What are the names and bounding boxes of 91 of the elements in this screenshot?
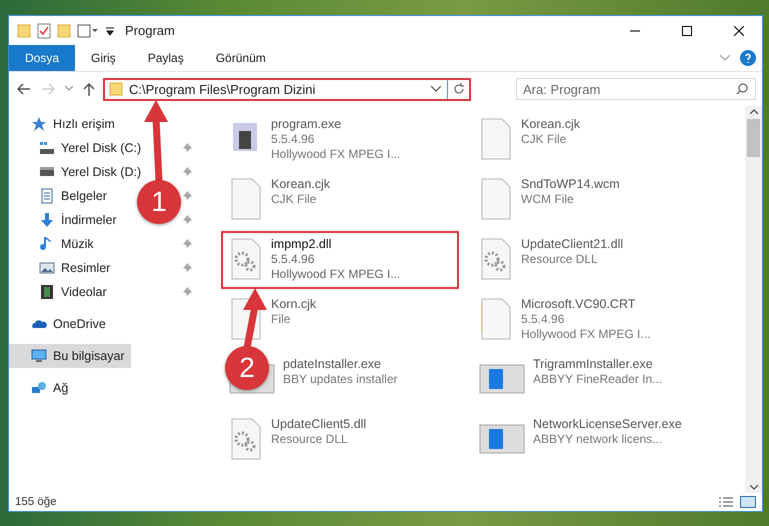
computer-icon xyxy=(31,348,47,364)
chevron-down-icon xyxy=(65,86,73,92)
folder-icon xyxy=(17,24,31,38)
file-detail: BBY updates installer xyxy=(283,372,398,387)
checklist-icon[interactable] xyxy=(37,22,51,38)
window-title: Program xyxy=(125,23,175,38)
file-detail: CJK File xyxy=(521,132,568,147)
sidebar-item[interactable]: Yerel Disk (C:) xyxy=(9,136,148,160)
scroll-thumb[interactable] xyxy=(747,119,760,157)
file-detail: Hollywood FX MPEG I... xyxy=(271,267,400,282)
forward-arrow-icon xyxy=(41,83,55,95)
file-tile[interactable]: impmp2.dll 5.5.4.96 Hollywood FX MPEG I... xyxy=(221,231,459,289)
sidebar-item[interactable]: Resimler xyxy=(9,256,116,280)
star-icon xyxy=(31,116,47,132)
ribbon-tab[interactable]: Görünüm xyxy=(200,45,282,71)
sidebar-item[interactable]: Belgeler xyxy=(9,184,113,208)
image-icon xyxy=(39,260,55,276)
file-detail: Hollywood FX MPEG I... xyxy=(521,327,650,342)
file-detail: 5.5.4.96 xyxy=(271,132,316,147)
tiles-view-icon[interactable] xyxy=(740,496,756,508)
file-name[interactable]: SndToWP14.wcm xyxy=(521,177,620,192)
download-icon xyxy=(39,212,55,228)
file-name[interactable]: program.exe xyxy=(271,117,400,132)
folder-icon xyxy=(479,297,513,341)
item-count: 155 öğe xyxy=(15,496,57,508)
chevron-up-icon xyxy=(750,109,758,114)
address-bar[interactable]: C:\Program Files\Program Dizini xyxy=(103,78,471,100)
file-detail: Hollywood FX MPEG I... xyxy=(271,147,400,162)
sidebar-item[interactable]: Bu bilgisayar xyxy=(9,344,131,368)
minimize-icon xyxy=(630,30,640,32)
chevron-down-icon[interactable] xyxy=(431,86,441,92)
refresh-icon xyxy=(452,83,464,95)
ribbon-tab[interactable]: Dosya xyxy=(9,45,76,71)
back-arrow-icon xyxy=(17,83,31,95)
drive-icon xyxy=(39,167,55,177)
sidebar-item[interactable]: Hızlı erişim xyxy=(9,112,121,136)
file-detail: File xyxy=(271,312,292,327)
file-detail: 5.5.4.96 xyxy=(271,252,316,267)
chevron-down-icon xyxy=(750,485,758,490)
gear-file-icon xyxy=(229,237,263,281)
file-detail: ABBYY network licens... xyxy=(533,432,664,447)
file-detail: Resource DLL xyxy=(271,432,349,447)
network-icon xyxy=(31,380,47,396)
search-icon[interactable] xyxy=(736,83,748,95)
document-icon xyxy=(39,188,55,204)
file-icon xyxy=(479,177,513,221)
annotation-number: 2 xyxy=(225,346,269,390)
file-detail: 5.5.4.96 xyxy=(521,312,566,327)
file-name[interactable]: Korean.cjk xyxy=(271,177,330,192)
annotation-number: 1 xyxy=(137,180,181,224)
file-name[interactable]: TrigrammInstaller.exe xyxy=(533,357,662,372)
close-icon xyxy=(734,26,744,36)
folder-icon xyxy=(109,82,123,96)
help-icon[interactable] xyxy=(740,50,756,66)
gear-file-icon xyxy=(479,237,513,281)
dropdown-icon[interactable] xyxy=(105,26,115,36)
file-detail: ABBYY FineReader In... xyxy=(533,372,662,387)
ribbon-tab[interactable]: Giriş xyxy=(75,45,132,71)
file-name[interactable]: pdateInstaller.exe xyxy=(283,357,398,372)
search-field[interactable]: Ara: Program xyxy=(516,78,756,100)
address-path: C:\Program Files\Program Dizini xyxy=(129,82,316,96)
file-detail: CJK File xyxy=(271,192,318,207)
scrollbar[interactable] xyxy=(745,106,762,493)
folder-icon xyxy=(57,24,71,38)
file-name[interactable]: Korean.cjk xyxy=(521,117,580,132)
file-name[interactable]: Korn.cjk xyxy=(271,297,316,312)
file-name[interactable]: UpdateClient21.dll xyxy=(521,237,624,252)
sidebar-item[interactable]: OneDrive xyxy=(9,312,112,336)
maximize-icon xyxy=(682,26,692,36)
film-icon xyxy=(39,284,55,300)
sidebar-item[interactable]: Müzik xyxy=(9,232,100,256)
back-button[interactable] xyxy=(15,83,33,95)
details-view-icon[interactable] xyxy=(718,496,734,508)
file-name[interactable]: NetworkLicenseServer.exe xyxy=(533,417,682,432)
sidebar-item[interactable]: Videolar xyxy=(9,280,113,304)
sidebar-item[interactable]: İndirmeler xyxy=(9,208,123,232)
file-icon xyxy=(479,117,513,161)
file-name[interactable]: Microsoft.VC90.CRT xyxy=(521,297,650,312)
up-button[interactable] xyxy=(81,82,97,96)
file-name[interactable]: UpdateClient5.dll xyxy=(271,417,366,432)
gear-file-icon xyxy=(229,417,263,461)
drive-icon xyxy=(39,140,55,156)
file-icon xyxy=(229,177,263,221)
up-arrow-icon xyxy=(83,82,95,96)
file-detail: WCM File xyxy=(521,192,575,207)
recent-dropdown-button[interactable] xyxy=(63,86,75,92)
properties-icon[interactable] xyxy=(77,24,99,38)
file-detail: Resource DLL xyxy=(521,252,599,267)
sidebar-item[interactable]: Ağ xyxy=(9,376,74,400)
file-name[interactable]: impmp2.dll xyxy=(271,237,400,252)
ribbon-tab[interactable]: Paylaş xyxy=(132,45,200,71)
